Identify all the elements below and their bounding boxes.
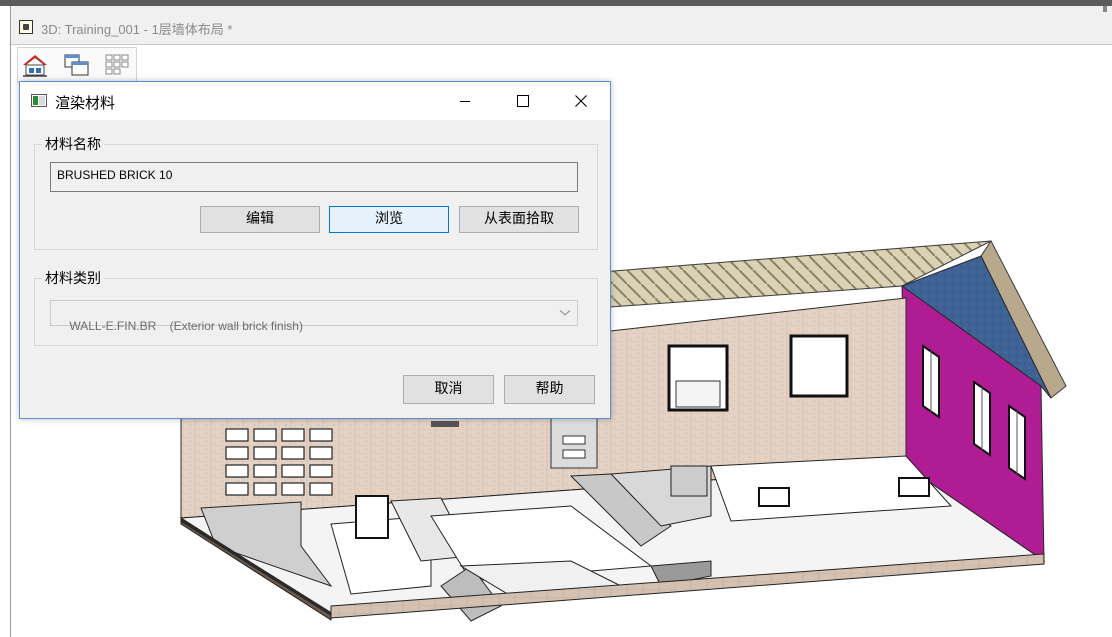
pick-from-surface-button[interactable]: 从表面拾取 <box>459 206 579 233</box>
material-name-group <box>34 144 598 250</box>
windows-icon[interactable] <box>62 52 92 78</box>
app-icon <box>19 20 33 34</box>
material-name-label: 材料名称 <box>42 134 104 154</box>
cancel-button[interactable]: 取消 <box>403 375 494 404</box>
material-category-dropdown[interactable]: WALL-E.FIN.BR (Exterior wall brick finis… <box>50 300 578 333</box>
window-corner-marker <box>1103 6 1107 12</box>
close-icon[interactable] <box>558 82 604 120</box>
view-toolbar <box>17 47 137 83</box>
help-button[interactable]: 帮助 <box>504 375 595 404</box>
home-icon[interactable] <box>20 52 50 78</box>
dialog-app-icon <box>31 94 47 107</box>
window-title: 3D: Training_001 - 1层墙体布局 * <box>41 22 233 37</box>
maximize-icon[interactable] <box>500 82 546 120</box>
material-category-value: WALL-E.FIN.BR (Exterior wall brick finis… <box>69 319 303 333</box>
edit-button[interactable]: 编辑 <box>200 206 320 233</box>
dialog-titlebar[interactable]: 渲染材料 <box>20 82 610 120</box>
app-titlebar[interactable]: 3D: Training_001 - 1层墙体布局 * <box>11 6 1112 45</box>
grid-icon[interactable] <box>102 52 132 78</box>
render-material-dialog: 渲染材料 材料名称 BRUSHED BRICK 10 编辑 浏览 从表面拾取 材… <box>19 81 611 419</box>
minimize-icon[interactable] <box>442 82 488 120</box>
material-category-label: 材料类别 <box>42 268 104 288</box>
browse-button[interactable]: 浏览 <box>329 206 449 233</box>
chevron-down-icon[interactable] <box>553 301 577 325</box>
material-name-field[interactable]: BRUSHED BRICK 10 <box>50 162 578 192</box>
dialog-title: 渲染材料 <box>55 94 116 112</box>
